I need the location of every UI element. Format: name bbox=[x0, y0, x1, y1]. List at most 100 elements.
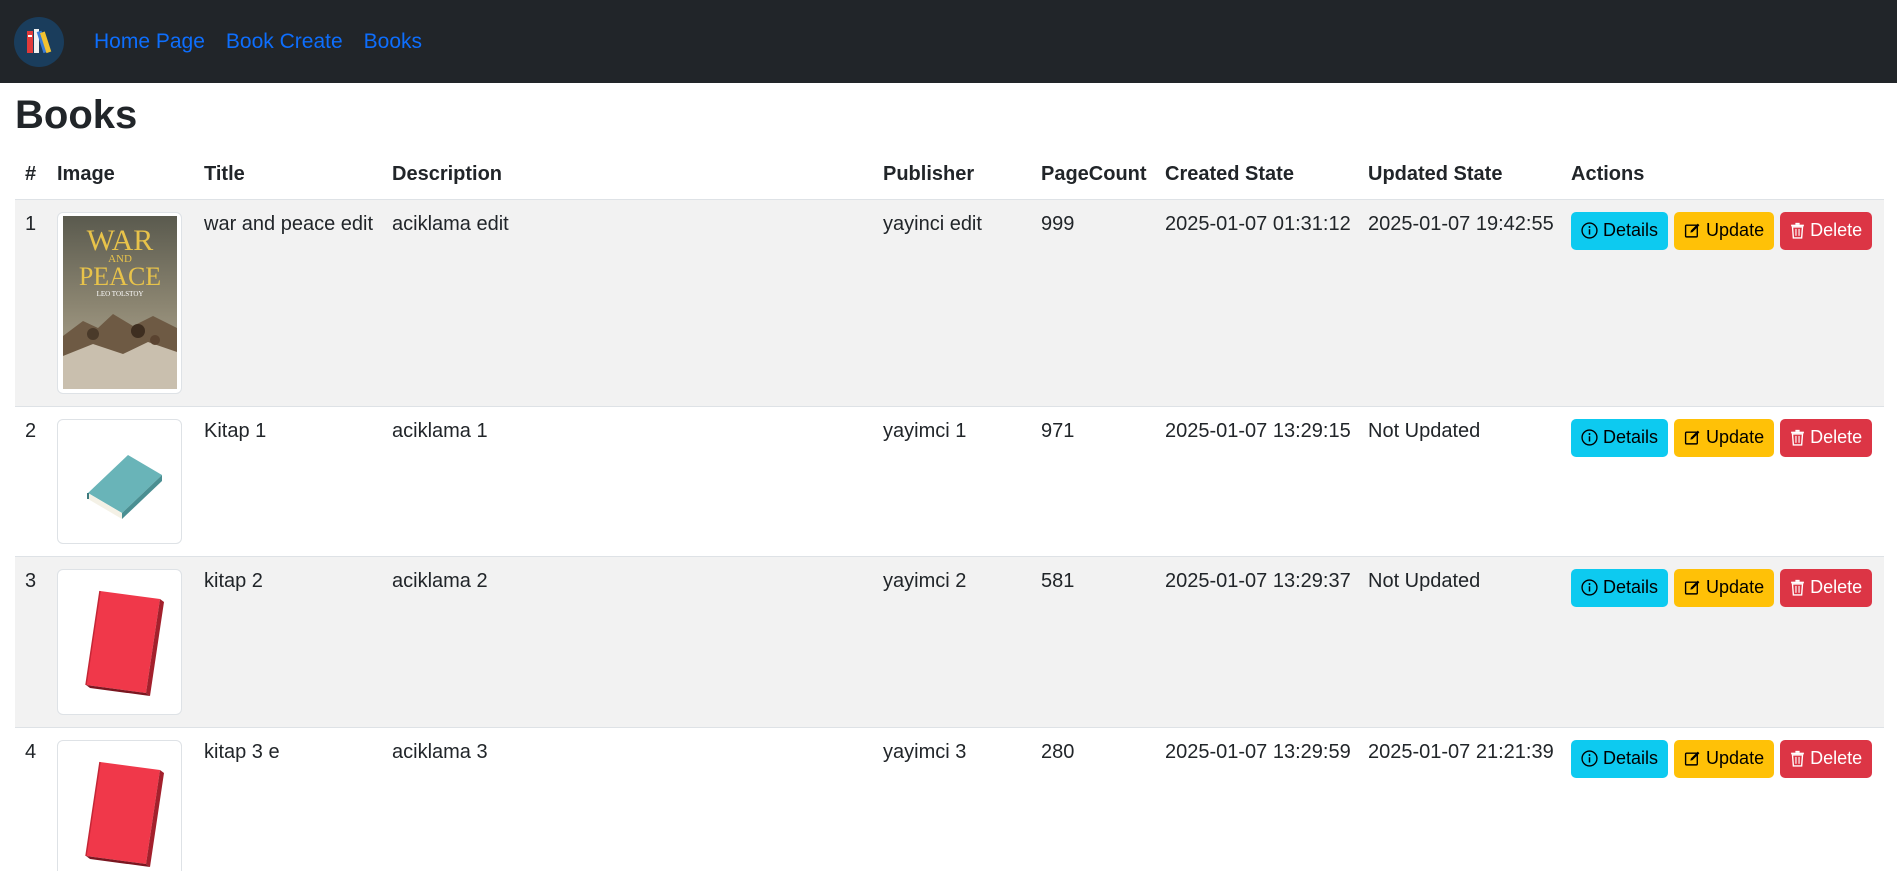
delete-button[interactable]: Delete bbox=[1780, 418, 1873, 457]
row-description: aciklama 2 bbox=[382, 556, 873, 728]
row-image-cell: WAR AND PEACE LEO TOLSTOY bbox=[47, 199, 194, 407]
book-cover-image bbox=[57, 568, 182, 715]
info-circle-icon bbox=[1581, 429, 1598, 446]
info-circle-icon bbox=[1581, 750, 1598, 767]
row-image-cell bbox=[47, 406, 194, 557]
row-page-count: 280 bbox=[1031, 727, 1155, 871]
nav-link-book-create[interactable]: Book Create bbox=[226, 30, 343, 54]
nav-link-books[interactable]: Books bbox=[364, 30, 422, 54]
update-button[interactable]: Update bbox=[1674, 739, 1775, 778]
book-cover-image bbox=[57, 418, 182, 544]
row-page-count: 999 bbox=[1031, 199, 1155, 407]
delete-label: Delete bbox=[1810, 748, 1863, 768]
update-button[interactable]: Update bbox=[1674, 418, 1775, 457]
update-button[interactable]: Update bbox=[1674, 211, 1775, 250]
navbar: Home Page Book Create Books bbox=[0, 0, 1897, 83]
info-circle-icon bbox=[1581, 579, 1598, 596]
col-header-updated: Updated State bbox=[1358, 151, 1561, 200]
delete-label: Delete bbox=[1810, 427, 1863, 447]
update-label: Update bbox=[1706, 748, 1765, 768]
row-title: Kitap 1 bbox=[194, 406, 382, 557]
war-and-peace-cover-icon: WAR AND PEACE LEO TOLSTOY bbox=[62, 216, 177, 389]
svg-text:LEO TOLSTOY: LEO TOLSTOY bbox=[96, 290, 143, 298]
col-header-number: # bbox=[15, 151, 47, 200]
books-table: # Image Title Description Publisher Page… bbox=[15, 151, 1884, 871]
details-button[interactable]: Details bbox=[1571, 568, 1669, 607]
col-header-title: Title bbox=[194, 151, 382, 200]
row-image-cell bbox=[47, 556, 194, 728]
trash-icon bbox=[1791, 579, 1804, 596]
book-cover-image bbox=[57, 739, 182, 871]
pencil-square-icon bbox=[1684, 751, 1700, 766]
row-actions: Details Update Delete bbox=[1561, 406, 1884, 557]
row-title: kitap 2 bbox=[194, 556, 382, 728]
pencil-square-icon bbox=[1684, 223, 1700, 238]
col-header-description: Description bbox=[382, 151, 873, 200]
row-created-state: 2025-01-07 13:29:59 bbox=[1155, 727, 1358, 871]
row-updated-state: 2025-01-07 19:42:55 bbox=[1358, 199, 1561, 407]
details-button[interactable]: Details bbox=[1571, 418, 1669, 457]
pencil-square-icon bbox=[1684, 430, 1700, 445]
table-row: 1 WAR AND PEACE LEO TOLSTOY war and peac… bbox=[15, 199, 1884, 407]
row-created-state: 2025-01-07 13:29:37 bbox=[1155, 556, 1358, 728]
row-number: 1 bbox=[15, 199, 47, 407]
delete-label: Delete bbox=[1810, 220, 1863, 240]
table-row: 2 Kitap 1 aciklama 1 yayimci 1 971 2025-… bbox=[15, 406, 1884, 557]
col-header-created: Created State bbox=[1155, 151, 1358, 200]
row-updated-state: 2025-01-07 21:21:39 bbox=[1358, 727, 1561, 871]
row-page-count: 971 bbox=[1031, 406, 1155, 557]
details-label: Details bbox=[1603, 427, 1659, 447]
row-updated-state: Not Updated bbox=[1358, 406, 1561, 557]
row-actions: Details Update Delete bbox=[1561, 556, 1884, 728]
brand-logo[interactable] bbox=[14, 16, 64, 67]
row-created-state: 2025-01-07 13:29:15 bbox=[1155, 406, 1358, 557]
row-number: 3 bbox=[15, 556, 47, 728]
info-circle-icon bbox=[1581, 222, 1598, 239]
delete-label: Delete bbox=[1810, 577, 1863, 597]
col-header-pagecount: PageCount bbox=[1031, 151, 1155, 200]
details-button[interactable]: Details bbox=[1571, 211, 1669, 250]
details-button[interactable]: Details bbox=[1571, 739, 1669, 778]
details-label: Details bbox=[1603, 748, 1659, 768]
book-cover-image: WAR AND PEACE LEO TOLSTOY bbox=[57, 211, 182, 394]
red-book-icon bbox=[84, 761, 164, 867]
trash-icon bbox=[1791, 222, 1804, 239]
details-label: Details bbox=[1603, 577, 1659, 597]
svg-text:PEACE: PEACE bbox=[78, 262, 160, 291]
row-description: aciklama 3 bbox=[382, 727, 873, 871]
row-publisher: yayinci edit bbox=[873, 199, 1031, 407]
row-image-cell bbox=[47, 727, 194, 871]
col-header-image: Image bbox=[47, 151, 194, 200]
table-row: 4 kitap 3 e aciklama 3 yayimci 3 280 202… bbox=[15, 727, 1884, 871]
update-label: Update bbox=[1706, 427, 1765, 447]
row-title: kitap 3 e bbox=[194, 727, 382, 871]
details-label: Details bbox=[1603, 220, 1659, 240]
row-actions: Details Update Delete bbox=[1561, 727, 1884, 871]
trash-icon bbox=[1791, 429, 1804, 446]
nav-link-home[interactable]: Home Page bbox=[94, 30, 205, 54]
table-row: 3 kitap 2 aciklama 2 yayimci 2 581 2025-… bbox=[15, 556, 1884, 728]
delete-button[interactable]: Delete bbox=[1780, 739, 1873, 778]
books-logo-icon bbox=[27, 28, 52, 53]
page-title: Books bbox=[15, 93, 138, 137]
row-updated-state: Not Updated bbox=[1358, 556, 1561, 728]
col-header-actions: Actions bbox=[1561, 151, 1884, 200]
row-publisher: yayimci 3 bbox=[873, 727, 1031, 871]
update-label: Update bbox=[1706, 577, 1765, 597]
delete-button[interactable]: Delete bbox=[1780, 211, 1873, 250]
row-actions: Details Update Delete bbox=[1561, 199, 1884, 407]
delete-button[interactable]: Delete bbox=[1780, 568, 1873, 607]
table-header-row: # Image Title Description Publisher Page… bbox=[15, 151, 1884, 200]
row-description: aciklama edit bbox=[382, 199, 873, 407]
update-button[interactable]: Update bbox=[1674, 568, 1775, 607]
trash-icon bbox=[1791, 750, 1804, 767]
row-number: 4 bbox=[15, 727, 47, 871]
row-description: aciklama 1 bbox=[382, 406, 873, 557]
col-header-publisher: Publisher bbox=[873, 151, 1031, 200]
row-created-state: 2025-01-07 01:31:12 bbox=[1155, 199, 1358, 407]
row-number: 2 bbox=[15, 406, 47, 557]
teal-book-icon bbox=[86, 455, 162, 519]
pencil-square-icon bbox=[1684, 580, 1700, 595]
row-page-count: 581 bbox=[1031, 556, 1155, 728]
row-publisher: yayimci 2 bbox=[873, 556, 1031, 728]
